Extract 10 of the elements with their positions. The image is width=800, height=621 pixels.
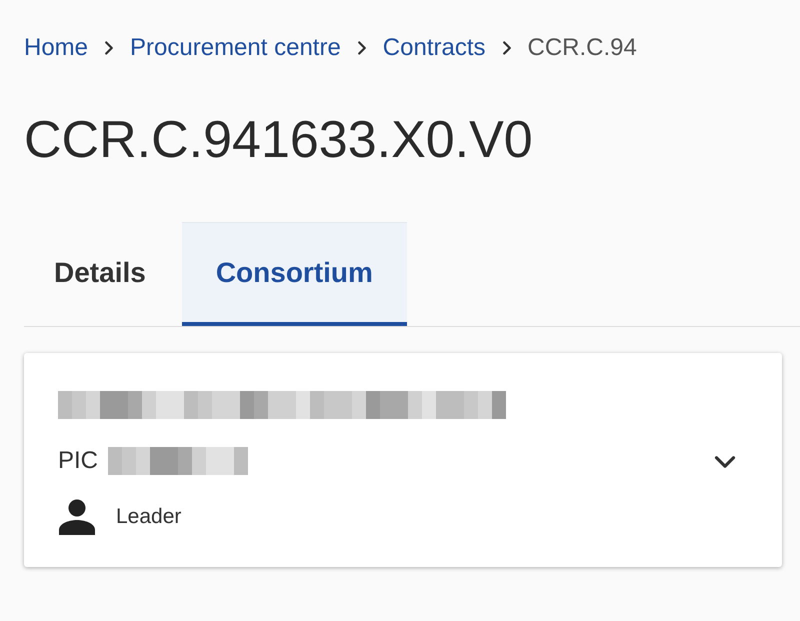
tab[interactable]: Consortium [182,222,407,326]
person-icon [58,499,96,535]
role-label: Leader [116,505,182,529]
tab[interactable]: Details [22,222,182,326]
pic-label: PIC [58,447,98,475]
page-title: CCR.C.941633.X0.V0 [24,110,534,170]
current-page-label: CCR.C.94 [528,34,637,62]
breadcrumb-link[interactable]: Contracts [382,34,486,62]
breadcrumb-link[interactable]: Procurement centre [130,34,341,62]
breadcrumb-link[interactable]: Home [24,34,88,62]
